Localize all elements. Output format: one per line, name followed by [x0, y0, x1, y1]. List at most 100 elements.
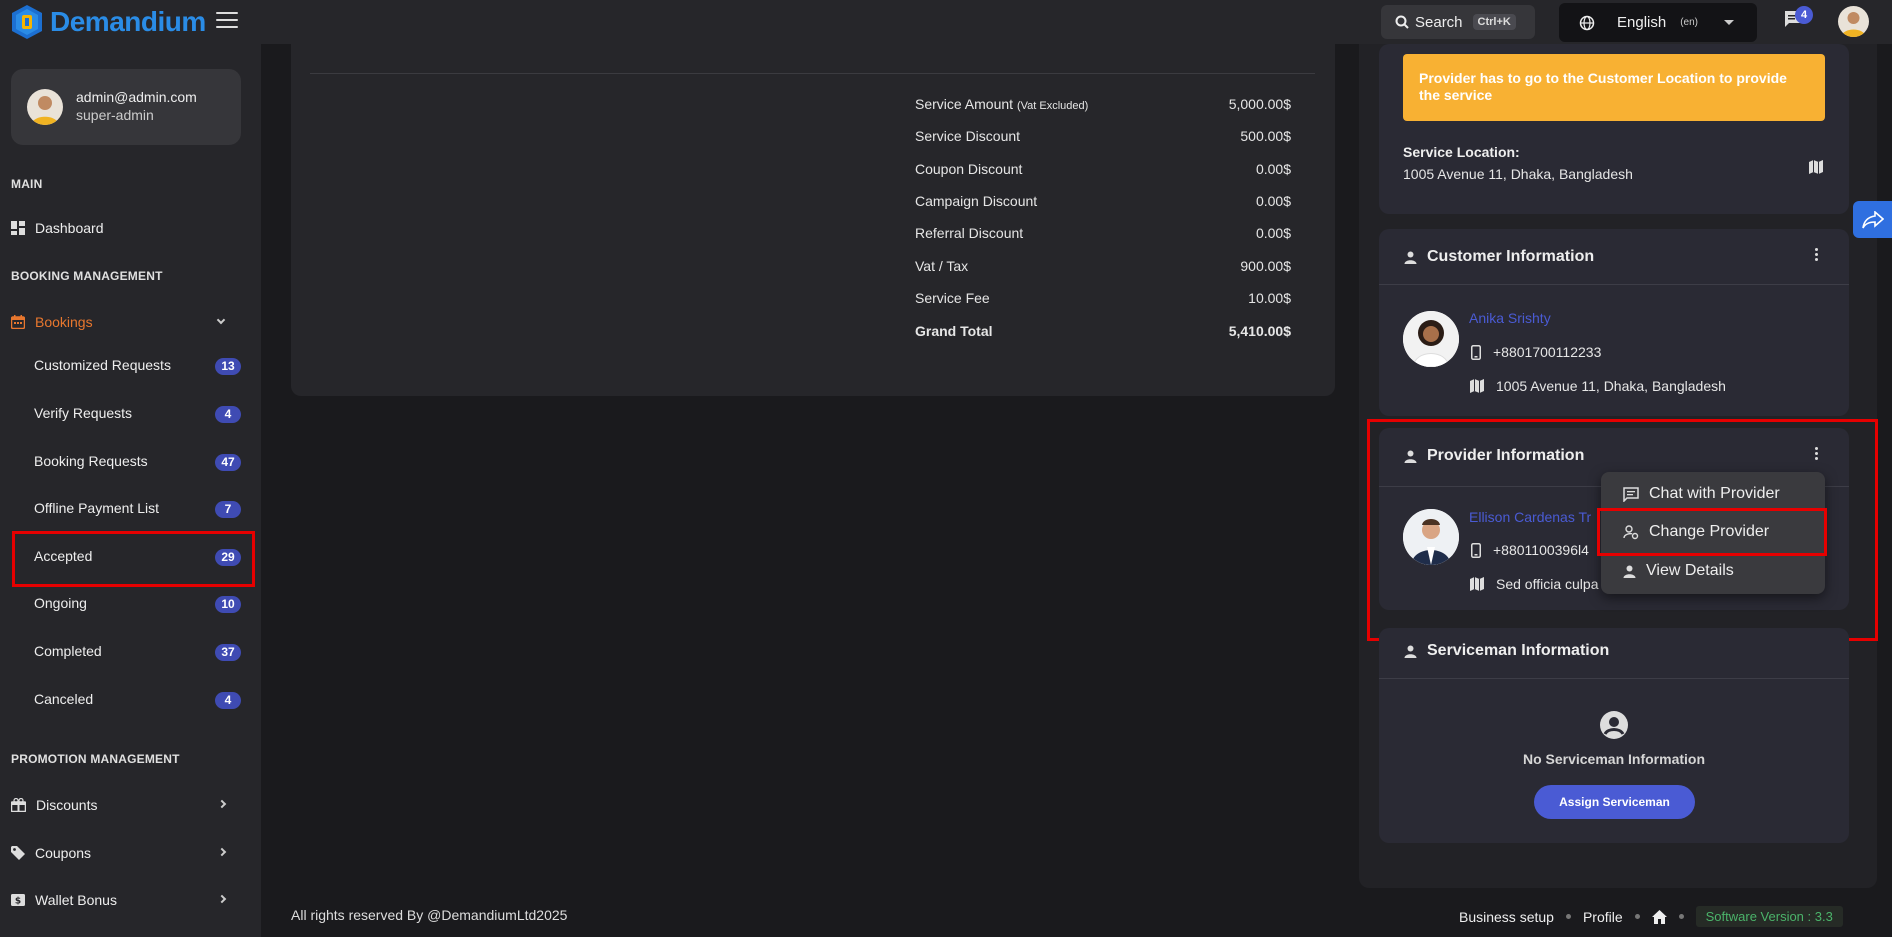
sidebar-item-wallet-bonus[interactable]: $ Wallet Bonus	[11, 892, 251, 908]
wallet-icon: $	[11, 894, 25, 906]
summary-row-vat-tax: Vat / Tax 900.00$	[915, 258, 1291, 274]
section-title-promotion: PROMOTION MANAGEMENT	[11, 752, 180, 766]
gift-box-icon	[11, 798, 26, 812]
footer-copyright: All rights reserved By @DemandiumLtd2025	[291, 907, 568, 923]
summary-label: Campaign Discount	[915, 193, 1038, 209]
sidebar-item-label: Completed	[34, 643, 102, 659]
provider-location-notice: Provider has to go to the Customer Locat…	[1403, 54, 1825, 121]
customer-address: 1005 Avenue 11, Dhaka, Bangladesh	[1470, 378, 1726, 394]
person-icon	[1404, 450, 1417, 463]
separator-dot	[1565, 914, 1571, 919]
sidebar-item-discounts[interactable]: Discounts	[11, 797, 251, 813]
count-badge: 10	[215, 596, 241, 613]
chevron-down-icon	[216, 315, 226, 325]
sidebar-item-coupons[interactable]: Coupons	[11, 845, 251, 861]
customer-name-link[interactable]: Anika Srishty	[1469, 310, 1551, 326]
user-avatar-icon	[1838, 6, 1869, 37]
sidebar-item-label: Customized Requests	[34, 357, 171, 373]
phone-text: +8801100396l4	[1493, 542, 1589, 558]
count-badge: 4	[215, 406, 241, 423]
sidebar-item-booking-requests[interactable]: Booking Requests 47	[12, 439, 252, 483]
more-options-icon[interactable]	[1815, 447, 1819, 460]
sidebar-item-label: Coupons	[35, 845, 92, 861]
sidebar-item-label: Wallet Bonus	[35, 892, 117, 908]
share-button[interactable]	[1853, 201, 1892, 238]
sidebar-item-offline-payment-list[interactable]: Offline Payment List 7	[12, 486, 252, 530]
sidebar-item-completed[interactable]: Completed 37	[12, 629, 252, 673]
summary-value: 0.00$	[1255, 161, 1291, 177]
service-location-label: Service Location:	[1403, 144, 1520, 160]
provider-address: Sed officia culpa	[1470, 576, 1598, 592]
sidebar-item-label: Verify Requests	[34, 405, 133, 421]
brand-logo[interactable]: Demandium	[10, 4, 206, 40]
sidebar-item-label: Offline Payment List	[34, 500, 160, 516]
person-icon	[1623, 565, 1636, 578]
business-setup-link[interactable]: Business setup	[1459, 909, 1554, 925]
sidebar-item-bookings[interactable]: Bookings	[11, 314, 251, 330]
avatar	[27, 89, 63, 125]
sidebar-item-label: Dashboard	[35, 220, 104, 236]
summary-label: Service Discount	[915, 128, 1021, 144]
home-icon[interactable]	[1651, 909, 1667, 924]
mobile-phone-icon	[1471, 542, 1481, 558]
summary-label: Vat / Tax	[915, 258, 969, 274]
profile-link[interactable]: Profile	[1583, 909, 1623, 925]
sidebar-item-canceled[interactable]: Canceled 4	[12, 677, 252, 721]
summary-row-service-fee: Service Fee 10.00$	[915, 290, 1291, 306]
account-circle-icon	[1600, 711, 1628, 739]
count-badge: 7	[215, 501, 241, 518]
customer-avatar	[1403, 311, 1459, 367]
software-version: Software Version : 3.3	[1695, 906, 1843, 927]
sidebar-item-label: Bookings	[35, 314, 93, 330]
summary-label: Grand Total	[915, 323, 993, 339]
sidebar-item-dashboard[interactable]: Dashboard	[11, 220, 104, 236]
sidebar-item-ongoing[interactable]: Ongoing 10	[12, 581, 252, 625]
view-details-item[interactable]: View Details	[1623, 562, 1734, 580]
sidebar-item-customized-requests[interactable]: Customized Requests 13	[12, 343, 252, 387]
summary-value: 0.00$	[1255, 225, 1291, 241]
provider-name-link[interactable]: Ellison Cardenas Tr	[1469, 509, 1591, 525]
address-text: Sed officia culpa	[1496, 576, 1599, 592]
user-card[interactable]: admin@admin.com super-admin	[11, 69, 241, 145]
map-icon[interactable]	[1809, 160, 1823, 174]
assign-serviceman-button[interactable]: Assign Serviceman	[1534, 785, 1695, 819]
menu-toggle-icon[interactable]	[216, 12, 238, 28]
provider-avatar	[1403, 509, 1459, 565]
chat-with-provider-item[interactable]: Chat with Provider	[1623, 485, 1780, 503]
more-options-icon[interactable]	[1815, 248, 1819, 261]
language-select[interactable]: English (en)	[1559, 3, 1757, 42]
summary-row-service-discount: Service Discount 500.00$	[915, 128, 1291, 144]
card-header: Provider Information	[1404, 447, 1584, 465]
topbar: Demandium Search Ctrl+K English (en) 4	[0, 0, 1892, 44]
sidebar-item-verify-requests[interactable]: Verify Requests 4	[12, 391, 252, 435]
section-title-main: MAIN	[11, 177, 43, 191]
avatar[interactable]	[1838, 6, 1869, 37]
chat-icon	[1623, 486, 1639, 502]
search-shortcut: Ctrl+K	[1472, 14, 1516, 30]
user-role: super-admin	[76, 107, 154, 123]
customer-phone: +8801700112233	[1471, 344, 1601, 360]
card-header: Serviceman Information	[1404, 642, 1609, 660]
sidebar-item-label: Accepted	[34, 548, 93, 564]
provider-phone: +8801100396l4	[1471, 542, 1589, 558]
card-title: Serviceman Information	[1427, 642, 1610, 659]
menu-item-label: Change Provider	[1649, 523, 1770, 540]
person-icon	[1404, 251, 1417, 264]
sidebar-item-accepted[interactable]: Accepted 29	[12, 534, 252, 578]
address-text: 1005 Avenue 11, Dhaka, Bangladesh	[1496, 378, 1726, 394]
summary-value: 5,410.00$	[1228, 323, 1291, 339]
search-icon	[1395, 15, 1409, 29]
search-button[interactable]: Search Ctrl+K	[1381, 5, 1535, 39]
summary-label: Coupon Discount	[915, 161, 1023, 177]
summary-label: Service Amount	[915, 96, 1014, 112]
chevron-right-icon	[217, 799, 227, 809]
sidebar-item-label: Ongoing	[34, 595, 87, 611]
change-provider-item[interactable]: Change Provider	[1623, 523, 1769, 541]
language-code: (en)	[1680, 17, 1698, 28]
footer-links: Business setup Profile Software Version …	[1459, 906, 1843, 927]
share-forward-icon	[1861, 210, 1884, 228]
map-icon	[1470, 577, 1484, 591]
count-badge: 4	[215, 692, 241, 709]
dashboard-icon	[11, 221, 25, 235]
provider-photo-icon	[1403, 509, 1459, 565]
